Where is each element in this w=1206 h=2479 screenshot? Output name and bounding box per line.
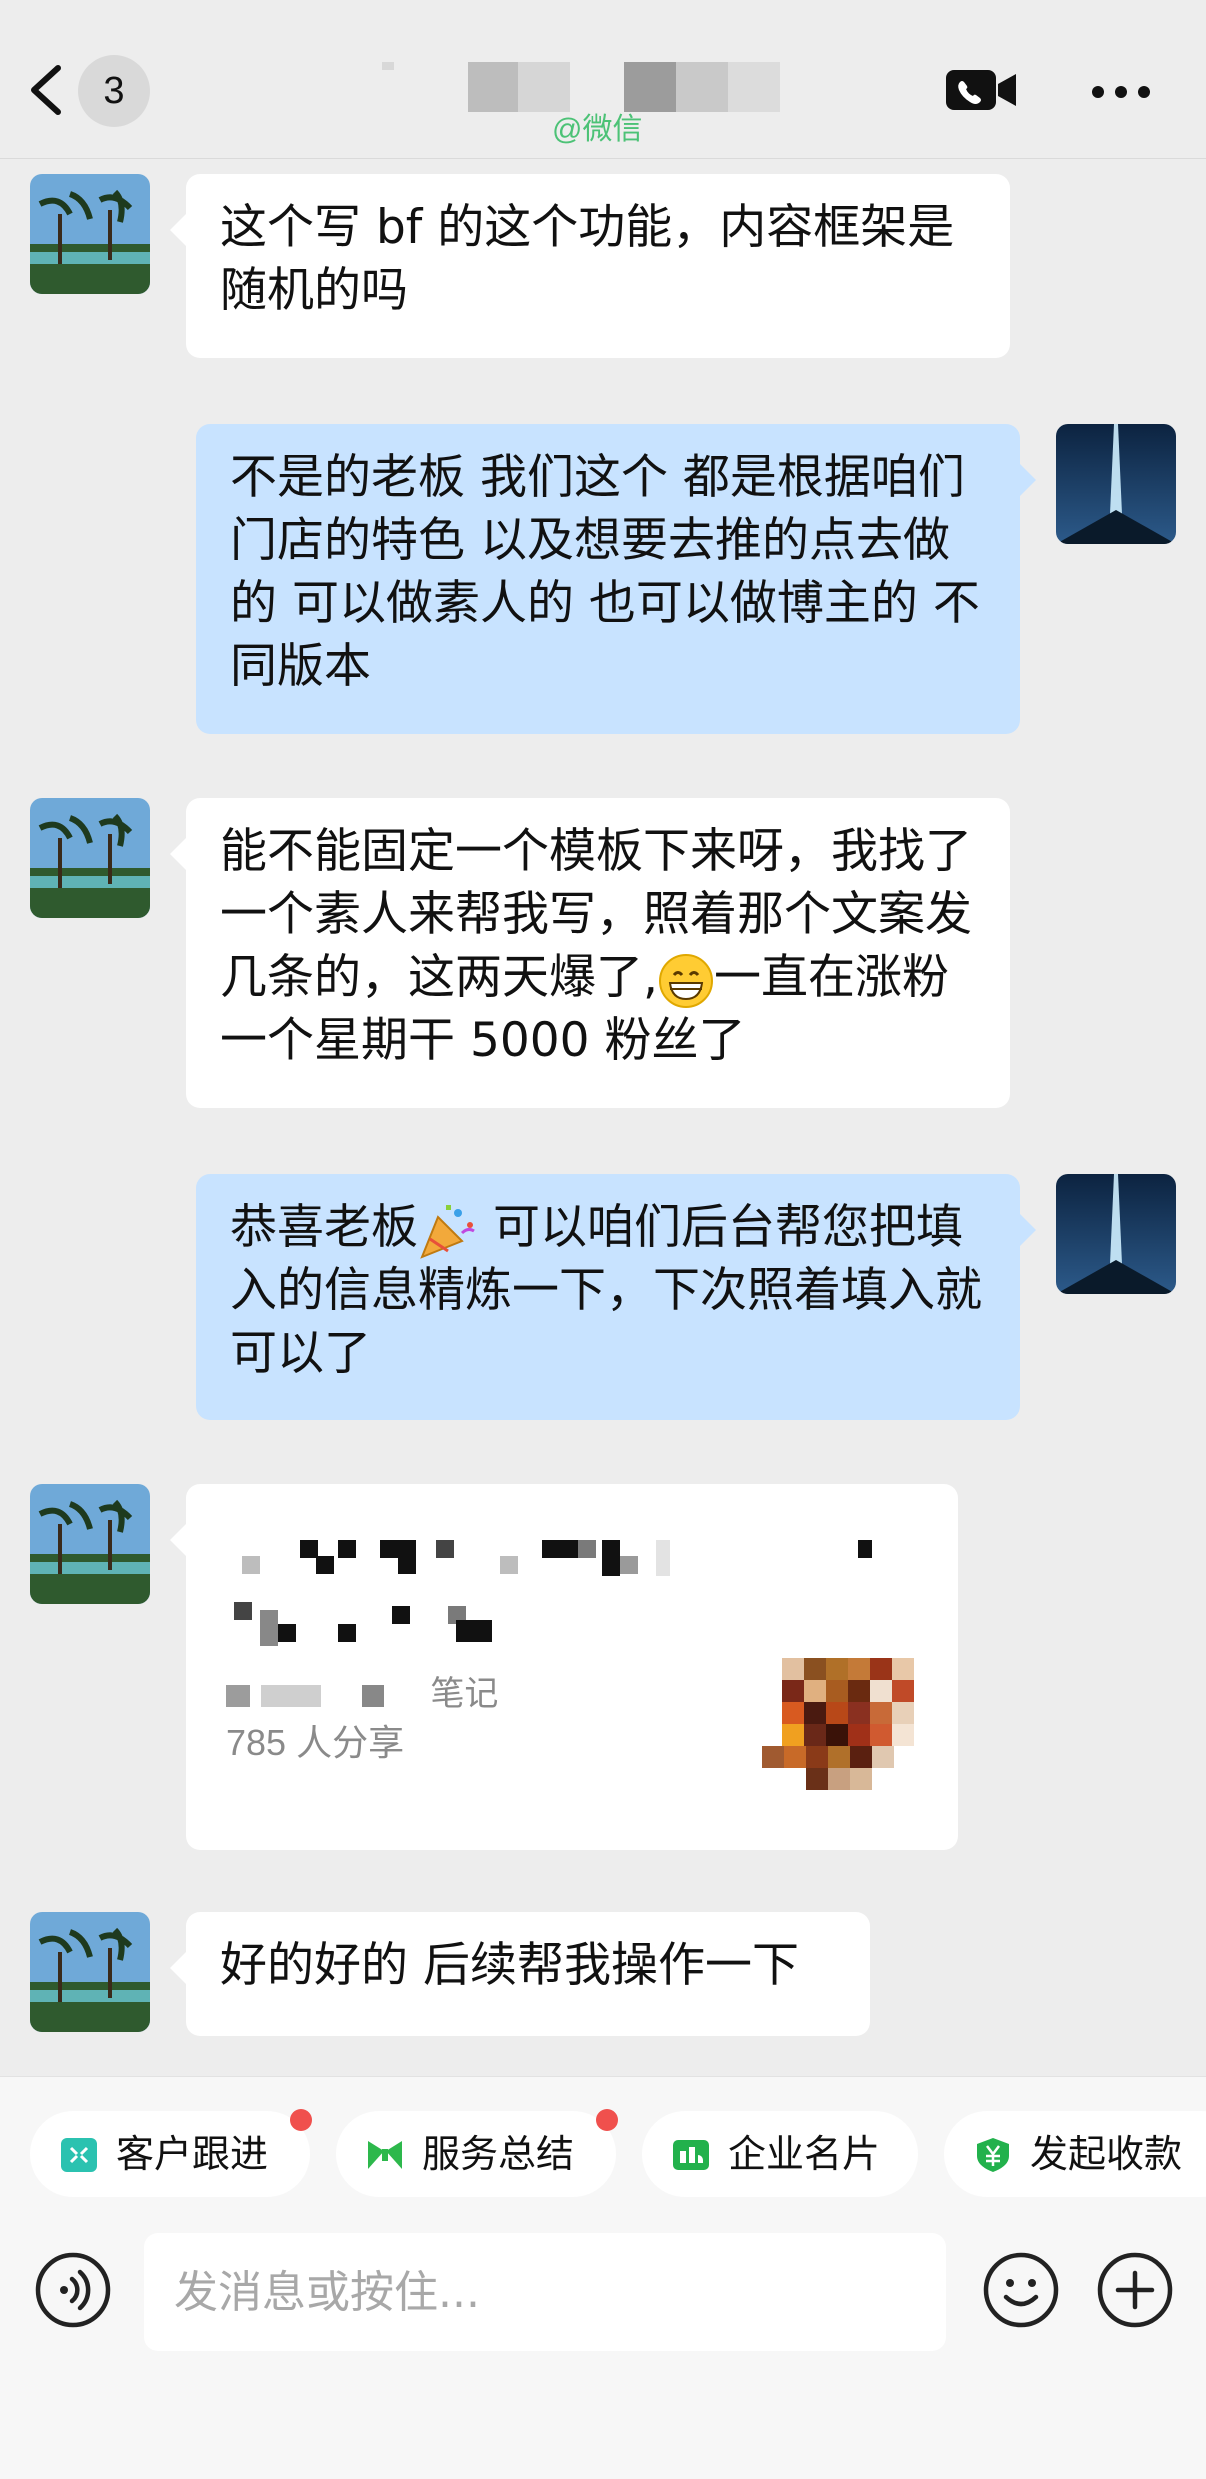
message-bubble[interactable]: 不是的老板 我们这个 都是根据咱们门店的特色 以及想要去推的点去做的 可以做素人…: [196, 424, 1036, 734]
contact-avatar[interactable]: [30, 174, 150, 294]
unread-count-badge[interactable]: 3: [78, 55, 150, 127]
quick-action-label: 客户跟进: [116, 2132, 269, 2176]
collect-payment-icon: [977, 2138, 1009, 2172]
quick-action-business-card[interactable]: 企业名片: [642, 2111, 918, 2197]
share-count: 785 人分享: [226, 1722, 405, 1763]
back-chevron-icon[interactable]: [24, 62, 72, 118]
unread-dot: [290, 2109, 312, 2131]
message-text: 恭喜老板: [230, 1200, 418, 1255]
service-summary-icon: [368, 2141, 402, 2169]
message-bubble[interactable]: 这个写 bf 的这个功能，内容框架是随机的吗: [170, 174, 1010, 358]
video-call-icon[interactable]: [944, 66, 1018, 114]
message-bubble[interactable]: 恭喜老板 可以咱们后台帮您把填入的信息精炼一下，下次照着填入就可以了: [196, 1174, 1036, 1420]
party-popper-emoji: [420, 1204, 475, 1259]
quick-action-label: 服务总结: [422, 2132, 575, 2176]
plus-icon[interactable]: [1096, 2251, 1174, 2329]
shared-link-card[interactable]: 笔记 785 人分享: [170, 1484, 958, 1850]
contact-avatar[interactable]: [30, 1484, 150, 1604]
message-bubble[interactable]: 好的好的 后续帮我操作一下: [170, 1912, 870, 2036]
contact-avatar[interactable]: [30, 798, 150, 918]
quick-action-label: 企业名片: [728, 2132, 881, 2176]
wechat-tag: @微信: [552, 113, 643, 146]
business-card-icon: [673, 2140, 709, 2170]
more-icon[interactable]: [1090, 82, 1152, 102]
quick-action-label: 发起收款: [1030, 2132, 1183, 2176]
message-input[interactable]: [144, 2233, 946, 2351]
contact-avatar[interactable]: [30, 1912, 150, 2032]
customer-follow-icon: [61, 2138, 97, 2172]
grinning-face-emoji: [658, 953, 713, 1008]
message-bubble[interactable]: 能不能固定一个模板下来呀，我找了一个素人来帮我写，照着那个文案发几条的，这两天爆…: [170, 798, 1010, 1108]
voice-icon[interactable]: [34, 2251, 112, 2329]
chat-header: 3 @微信: [0, 0, 1206, 159]
quick-action-collect-payment[interactable]: 发起收款: [944, 2111, 1206, 2197]
card-source: 笔记: [226, 1666, 498, 1715]
quick-action-service-summary[interactable]: 服务总结: [336, 2109, 618, 2197]
quick-action-customer-follow[interactable]: 客户跟进: [30, 2109, 312, 2197]
emoji-icon[interactable]: [982, 2251, 1060, 2329]
composer-area: 客户跟进 服务总结 企业名片 发起收款: [0, 2076, 1206, 2479]
unread-dot: [596, 2109, 618, 2131]
my-avatar[interactable]: [1056, 424, 1176, 544]
my-avatar[interactable]: [1056, 1174, 1176, 1294]
